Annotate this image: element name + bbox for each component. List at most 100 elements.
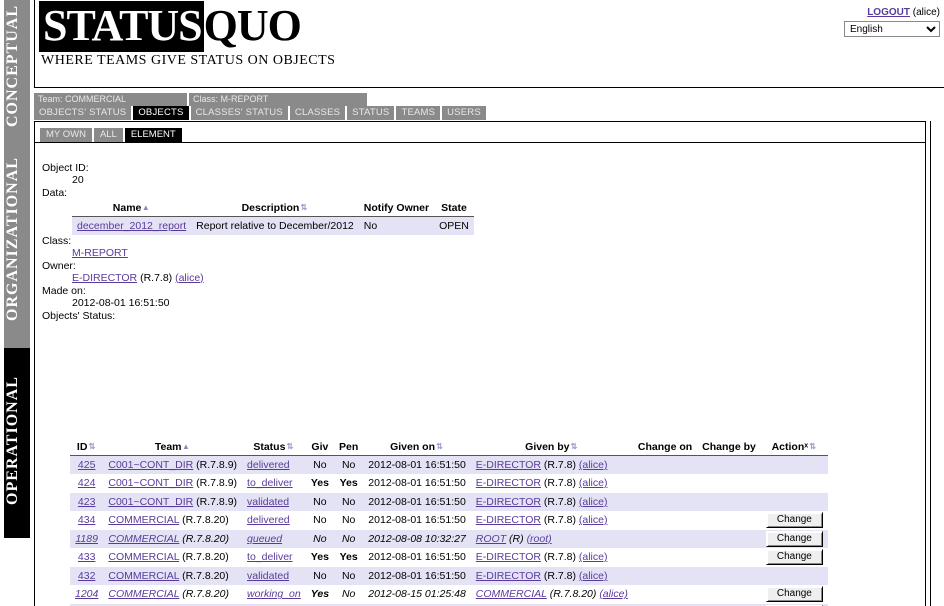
status-id-link[interactable]: 424 bbox=[78, 477, 96, 489]
status-given-by-link[interactable]: E-DIRECTOR bbox=[476, 551, 541, 563]
status-col-given-on[interactable]: Given on⇅ bbox=[363, 440, 471, 456]
status-team-link[interactable]: C001~CONT_DIR bbox=[108, 459, 193, 471]
status-id-link[interactable]: 434 bbox=[78, 514, 96, 526]
class-link[interactable]: M-REPORT bbox=[72, 247, 128, 259]
status-table-row: 1204 COMMERCIAL (R.7.8.20) working_on Yes No… bbox=[70, 585, 828, 604]
status-pen-value: No bbox=[341, 495, 356, 508]
status-col-change-by[interactable]: Change by bbox=[697, 440, 761, 456]
status-id-link[interactable]: 432 bbox=[78, 570, 96, 582]
owner-team-link[interactable]: E-DIRECTOR bbox=[72, 272, 137, 284]
data-col-name[interactable]: Name▲ bbox=[72, 201, 192, 217]
sort-icon[interactable]: ▲ bbox=[182, 443, 191, 451]
change-button[interactable]: Change bbox=[765, 530, 823, 547]
sort-icon[interactable]: ⇅ bbox=[285, 443, 294, 451]
nav-tab-objects[interactable]: OBJECTS bbox=[133, 106, 191, 120]
rail-section-operational[interactable]: OPERATIONAL bbox=[4, 348, 30, 538]
status-given-by-user-link[interactable]: (alice) bbox=[579, 459, 608, 471]
data-col-description[interactable]: Description⇅ bbox=[191, 201, 359, 217]
language-select[interactable]: English bbox=[844, 21, 940, 37]
status-value-link[interactable]: working_on bbox=[247, 588, 301, 600]
logout-link[interactable]: LOGOUT bbox=[867, 7, 910, 18]
nav-tab-users[interactable]: USERS bbox=[442, 106, 488, 120]
rail-section-conceptual[interactable]: CONCEPTUAL bbox=[4, 0, 30, 135]
content-panel: MY OWN ALL ELEMENT Object ID: 20 Data: Nam… bbox=[34, 121, 926, 606]
status-col-team[interactable]: Team▲ bbox=[103, 440, 243, 456]
status-value-link[interactable]: validated bbox=[247, 496, 289, 508]
status-cell-giv: Yes bbox=[305, 474, 335, 493]
data-col-state[interactable]: State bbox=[434, 201, 474, 217]
status-given-by-user-link[interactable]: (alice) bbox=[599, 588, 628, 600]
status-given-by-link[interactable]: E-DIRECTOR bbox=[476, 477, 541, 489]
status-id-link[interactable]: 1204 bbox=[75, 588, 98, 600]
status-table-row: 433 COMMERCIAL (R.7.8.20) to_deliver Yes Yes… bbox=[70, 548, 828, 567]
status-given-by-user-link[interactable]: (root) bbox=[527, 533, 552, 545]
status-col-pen[interactable]: Pen bbox=[334, 440, 364, 456]
status-given-by-user-link[interactable]: (alice) bbox=[579, 477, 608, 489]
nav-tab-objects-status[interactable]: OBJECTS' STATUS bbox=[34, 106, 134, 120]
rail-section-organizational[interactable]: ORGANIZATIONAL bbox=[4, 135, 30, 348]
status-given-by-link[interactable]: E-DIRECTOR bbox=[476, 459, 541, 471]
status-value-link[interactable]: to_deliver bbox=[247, 477, 293, 489]
status-value-link[interactable]: queued bbox=[247, 533, 282, 545]
status-cell-change-on bbox=[632, 529, 698, 548]
status-team-revision: (R.7.8.20) bbox=[179, 532, 229, 545]
status-id-link[interactable]: 433 bbox=[78, 551, 96, 563]
nav-tab-status[interactable]: STATUS bbox=[347, 106, 397, 120]
sub-tab-all[interactable]: ALL bbox=[93, 128, 125, 142]
change-button[interactable]: Change bbox=[765, 512, 823, 529]
status-col-action[interactable]: Actionˣ⇅ bbox=[760, 440, 828, 456]
status-given-by-link[interactable]: E-DIRECTOR bbox=[476, 570, 541, 582]
change-button[interactable]: Change bbox=[765, 549, 823, 566]
sub-tab-element[interactable]: ELEMENT bbox=[124, 128, 184, 142]
status-team-link[interactable]: COMMERCIAL bbox=[108, 533, 179, 545]
status-given-by-user-link[interactable]: (alice) bbox=[579, 570, 608, 582]
sub-tab-my-own[interactable]: MY OWN bbox=[40, 128, 94, 142]
status-value-link[interactable]: to_deliver bbox=[247, 551, 293, 563]
change-button[interactable]: Change bbox=[765, 586, 823, 603]
status-team-link[interactable]: COMMERCIAL bbox=[108, 551, 179, 563]
vertical-section-rail: CONCEPTUAL ORGANIZATIONAL OPERATIONAL bbox=[4, 0, 30, 606]
status-cell-pen: No bbox=[334, 566, 364, 585]
status-col-id[interactable]: ID⇅ bbox=[70, 440, 104, 456]
status-col-change-on[interactable]: Change on bbox=[632, 440, 698, 456]
sort-icon[interactable]: ⇅ bbox=[570, 443, 579, 451]
status-col-status[interactable]: Status⇅ bbox=[242, 440, 306, 456]
status-cell-action bbox=[760, 566, 828, 585]
status-team-revision: (R.7.8.20) bbox=[179, 551, 229, 564]
status-value-link[interactable]: delivered bbox=[247, 459, 290, 471]
sort-icon[interactable]: ⇅ bbox=[808, 443, 817, 451]
status-team-link[interactable]: C001~CONT_DIR bbox=[108, 496, 193, 508]
status-cell-team: COMMERCIAL (R.7.8.20) bbox=[103, 566, 243, 585]
nav-tab-classes-status[interactable]: CLASSES' STATUS bbox=[190, 106, 290, 120]
status-given-by-user-link[interactable]: (alice) bbox=[579, 496, 608, 508]
status-team-link[interactable]: COMMERCIAL bbox=[108, 514, 179, 526]
object-name-link[interactable]: december_2012_report bbox=[77, 220, 186, 232]
status-given-by-user-link[interactable]: (alice) bbox=[579, 514, 608, 526]
status-given-by-link[interactable]: E-DIRECTOR bbox=[476, 496, 541, 508]
status-given-by-link[interactable]: ROOT bbox=[476, 533, 506, 545]
status-id-link[interactable]: 423 bbox=[78, 496, 96, 508]
sort-icon[interactable]: ▲ bbox=[141, 204, 150, 212]
status-value-link[interactable]: validated bbox=[247, 570, 289, 582]
status-team-link[interactable]: COMMERCIAL bbox=[108, 588, 179, 600]
status-given-by-revision: (R.7.8) bbox=[540, 551, 579, 564]
nav-tab-classes[interactable]: CLASSES bbox=[289, 106, 348, 120]
status-given-by-link[interactable]: E-DIRECTOR bbox=[476, 514, 541, 526]
data-col-notify-owner[interactable]: Notify Owner bbox=[358, 201, 435, 217]
status-cell-giv: No bbox=[305, 511, 335, 530]
status-col-given-by[interactable]: Given by⇅ bbox=[470, 440, 633, 456]
status-id-link[interactable]: 1189 bbox=[75, 533, 98, 545]
nav-tab-teams[interactable]: TEAMS bbox=[396, 106, 443, 120]
status-given-by-user-link[interactable]: (alice) bbox=[579, 551, 608, 563]
sort-icon[interactable]: ⇅ bbox=[87, 443, 96, 451]
owner-user-link[interactable]: (alice) bbox=[175, 272, 204, 284]
sort-icon[interactable]: ⇅ bbox=[299, 204, 308, 212]
sort-icon[interactable]: ⇅ bbox=[435, 443, 444, 451]
status-team-link[interactable]: C001~CONT_DIR bbox=[108, 477, 193, 489]
status-team-link[interactable]: COMMERCIAL bbox=[108, 570, 179, 582]
status-col-giv[interactable]: Giv bbox=[305, 440, 335, 456]
status-given-by-link[interactable]: COMMERCIAL bbox=[476, 588, 547, 600]
status-given-by-revision: (R.7.8) bbox=[540, 514, 579, 527]
status-id-link[interactable]: 425 bbox=[78, 459, 96, 471]
status-value-link[interactable]: delivered bbox=[247, 514, 290, 526]
